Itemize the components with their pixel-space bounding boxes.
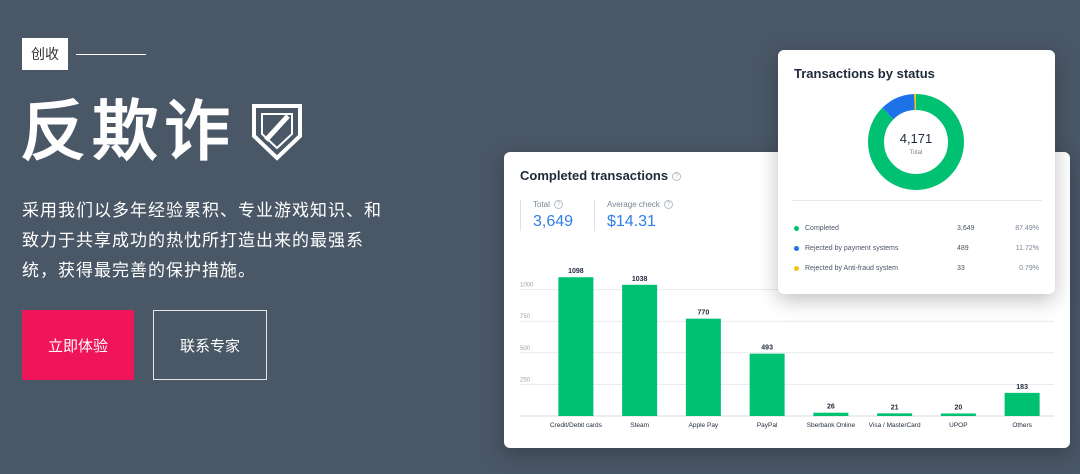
stat-total-value: 3,649 <box>533 213 574 231</box>
bar-value-label: 770 <box>698 310 710 317</box>
x-tick-label: Credit/Debit cards <box>550 422 603 429</box>
info-icon[interactable]: ? <box>553 200 563 210</box>
bar-value-label: 21 <box>891 404 899 411</box>
try-now-button[interactable]: 立即体验 <box>22 310 134 380</box>
hero-description: 采用我们以多年经验累积、专业游戏知识、和致力于共享成功的热忱所打造出来的最强系统… <box>22 201 382 281</box>
legend-name: Rejected by Anti-fraud system <box>805 264 898 272</box>
donut-center-label: Total <box>910 150 923 156</box>
hero-headline: 反欺诈 <box>20 92 304 172</box>
legend-count: 33 <box>957 264 965 272</box>
x-tick-label: Steam <box>630 422 649 429</box>
shield-icon <box>252 104 302 161</box>
status-card: Transactions by status 4,171 Total Comple… <box>778 50 1055 294</box>
bar[interactable] <box>685 318 721 416</box>
y-tick-label: 250 <box>520 377 531 383</box>
status-donut-chart: 4,171 Total <box>868 94 964 190</box>
y-tick-label: 500 <box>520 346 531 352</box>
bar[interactable] <box>622 284 658 416</box>
page-title: 反欺诈 <box>20 93 236 170</box>
bar[interactable] <box>940 413 976 416</box>
bar[interactable] <box>558 277 594 416</box>
stat-total: Total? 3,649 <box>520 200 574 232</box>
x-tick-label: Sberbank Online <box>807 422 856 429</box>
bar[interactable] <box>813 412 849 416</box>
bar[interactable] <box>877 413 913 416</box>
bar-value-label: 183 <box>1016 384 1028 391</box>
bar[interactable] <box>1004 392 1040 416</box>
bar[interactable] <box>749 353 785 416</box>
legend-count: 3,649 <box>957 224 975 232</box>
status-card-title: Transactions by status <box>794 66 935 81</box>
x-tick-label: Others <box>1012 422 1032 429</box>
legend-count: 489 <box>957 244 969 252</box>
status-legend: Completed 3,649 87.49% Rejected by payment … <box>794 218 1039 278</box>
x-tick-label: UPOP <box>949 422 967 429</box>
bar-value-label: 26 <box>827 404 835 411</box>
tag-divider <box>76 54 146 55</box>
total-label-text: Total <box>533 200 550 209</box>
stat-average-value: $14.31 <box>607 213 656 231</box>
stat-average-check: Average check? $14.31 <box>594 200 673 232</box>
info-icon[interactable]: ? <box>663 200 673 210</box>
legend-row: Rejected by Anti-fraud system 33 0.79% <box>794 258 1039 278</box>
legend-dot-icon <box>794 245 799 251</box>
stat-total-label: Total? <box>533 200 573 210</box>
average-label-text: Average check <box>607 200 660 209</box>
legend-percent: 87.49% <box>1015 224 1039 232</box>
legend-name: Rejected by payment systems <box>805 244 899 252</box>
completed-title-text: Completed transactions <box>520 168 669 183</box>
legend-name: Completed <box>805 224 839 232</box>
legend-row: Rejected by payment systems 489 11.72% <box>794 238 1039 258</box>
x-tick-label: Apple Pay <box>689 422 719 429</box>
legend-dot-icon <box>794 265 799 271</box>
legend-percent: 11.72% <box>1015 244 1039 252</box>
x-tick-label: PayPal <box>757 422 778 429</box>
bar-value-label: 493 <box>761 345 773 352</box>
info-icon[interactable]: ? <box>672 172 682 182</box>
completed-card-title: Completed transactions? <box>520 168 682 183</box>
legend-divider <box>792 200 1042 201</box>
x-tick-label: Visa / MasterCard <box>869 422 921 429</box>
legend-percent: 0.79% <box>1019 264 1039 272</box>
donut-center-value: 4,171 <box>900 131 933 146</box>
legend-dot-icon <box>794 225 799 231</box>
contact-expert-button[interactable]: 联系专家 <box>153 310 267 380</box>
bar-value-label: 1098 <box>568 268 584 275</box>
y-tick-label: 1000 <box>520 283 534 289</box>
bar-value-label: 1038 <box>632 276 648 283</box>
stat-average-label: Average check? <box>607 200 673 210</box>
legend-row: Completed 3,649 87.49% <box>794 218 1039 238</box>
y-tick-label: 750 <box>520 314 531 320</box>
bar-value-label: 20 <box>954 404 962 411</box>
category-tag: 创收 <box>22 38 68 70</box>
